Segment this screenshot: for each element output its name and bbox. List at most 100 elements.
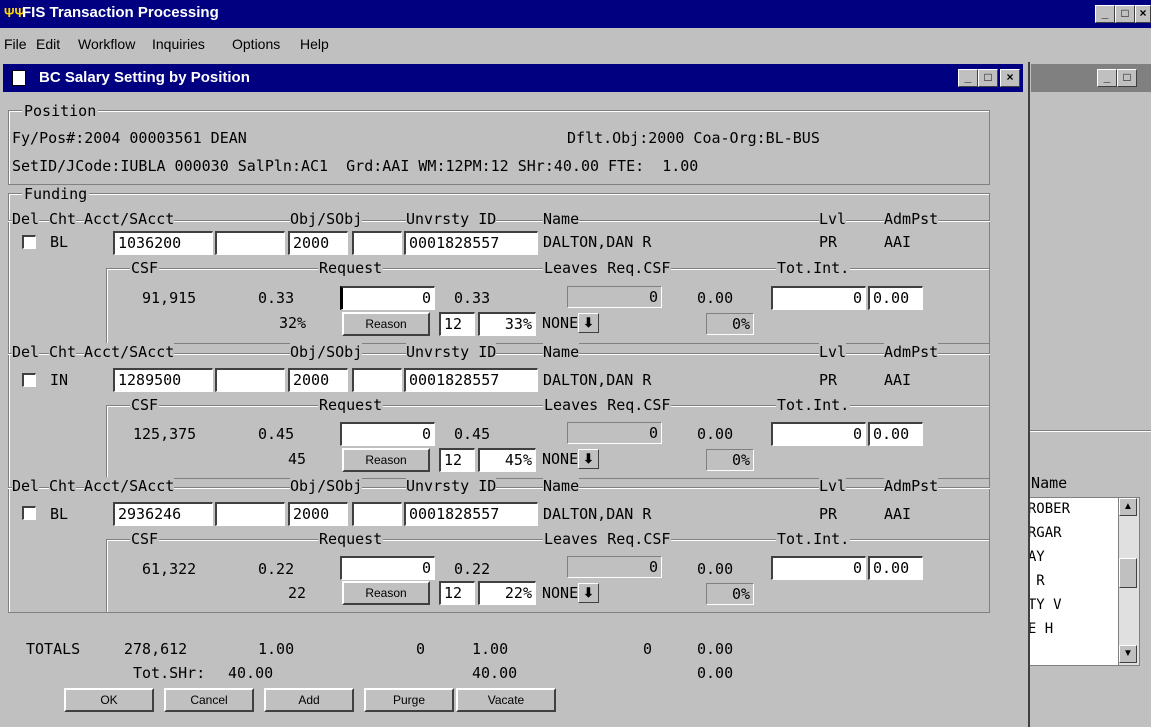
- sacct-input[interactable]: [215, 231, 285, 255]
- add-button[interactable]: Add: [264, 688, 354, 712]
- header-del: Del: [12, 477, 40, 495]
- header-leaves: Leaves Req.CSF: [543, 530, 672, 548]
- tot-int-fte-input[interactable]: 0.00: [868, 286, 923, 310]
- request-percent-input[interactable]: 33%: [478, 312, 536, 336]
- admpst-value: AAI: [884, 505, 912, 523]
- leave-percent: 0%: [706, 449, 754, 471]
- univ-id-input[interactable]: 0001828557: [404, 368, 538, 392]
- ok-button[interactable]: OK: [64, 688, 154, 712]
- app-logo-icon[interactable]: ΨΨ: [4, 5, 25, 21]
- months-input[interactable]: 12: [439, 448, 475, 472]
- menu-file[interactable]: File: [4, 36, 27, 52]
- cht-value: IN: [50, 371, 69, 389]
- bg-maximize-icon[interactable]: □: [1117, 69, 1137, 87]
- cht-value: BL: [50, 233, 69, 251]
- csf-fte: 0.45: [258, 425, 295, 443]
- univ-id-input[interactable]: 0001828557: [404, 502, 538, 526]
- dialog-close-icon[interactable]: ×: [1000, 69, 1020, 87]
- header-del: Del: [12, 210, 40, 228]
- header-obj: Obj/SObj: [290, 343, 363, 361]
- menu-help[interactable]: Help: [300, 36, 329, 52]
- header-name: Name: [543, 477, 580, 495]
- reason-button[interactable]: Reason: [342, 581, 430, 605]
- cancel-button[interactable]: Cancel: [164, 688, 254, 712]
- sobj-input[interactable]: [352, 231, 402, 255]
- csf-amount: 125,375: [133, 425, 197, 443]
- months-input[interactable]: 12: [439, 581, 475, 605]
- sacct-input[interactable]: [215, 368, 285, 392]
- request-amount-input[interactable]: 0: [340, 556, 435, 580]
- scroll-thumb[interactable]: [1119, 558, 1137, 588]
- request-percent-input[interactable]: 22%: [478, 581, 536, 605]
- obj-input[interactable]: 2000: [288, 368, 348, 392]
- leave-type-select[interactable]: NONE: [542, 314, 578, 332]
- univ-id-input[interactable]: 0001828557: [404, 231, 538, 255]
- obj-input[interactable]: 2000: [288, 502, 348, 526]
- app-title-bar: ΨΨ FIS Transaction Processing _ □ ×: [0, 0, 1151, 28]
- tot-int-input[interactable]: 0: [771, 422, 866, 446]
- bg-minimize-icon[interactable]: _: [1097, 69, 1117, 87]
- tot-int-fte-input[interactable]: 0.00: [868, 556, 923, 580]
- menu-inquiries[interactable]: Inquiries: [152, 36, 205, 52]
- lvl-value: PR: [819, 371, 838, 389]
- vacate-button[interactable]: Vacate: [456, 688, 556, 712]
- leave-amount: 0: [567, 286, 662, 308]
- sacct-input[interactable]: [215, 502, 285, 526]
- totals-leave-amount: 0: [643, 640, 653, 658]
- leave-percent: 0%: [706, 583, 754, 605]
- acct-input[interactable]: 2936246: [113, 502, 213, 526]
- scroll-down-icon[interactable]: ▼: [1119, 645, 1137, 663]
- tot-int-fte-input[interactable]: 0.00: [868, 422, 923, 446]
- tot-int-input[interactable]: 0: [771, 556, 866, 580]
- sobj-input[interactable]: [352, 368, 402, 392]
- purge-button[interactable]: Purge: [364, 688, 454, 712]
- dialog-maximize-icon[interactable]: □: [978, 69, 998, 87]
- dialog-minimize-icon[interactable]: _: [958, 69, 978, 87]
- dropdown-arrow-icon[interactable]: ⬇: [578, 313, 599, 333]
- leave-amount: 0: [567, 422, 662, 444]
- request-fte: 0.33: [454, 289, 491, 307]
- leave-fte: 0.00: [697, 425, 734, 443]
- cht-value: BL: [50, 505, 69, 523]
- sobj-input[interactable]: [352, 502, 402, 526]
- background-window-title-bar: _ □: [1031, 64, 1151, 92]
- header-admpst: AdmPst: [884, 210, 939, 228]
- request-percent-input[interactable]: 45%: [478, 448, 536, 472]
- reason-button[interactable]: Reason: [342, 448, 430, 472]
- scroll-up-icon[interactable]: ▲: [1119, 498, 1137, 516]
- obj-input[interactable]: 2000: [288, 231, 348, 255]
- request-fte: 0.45: [454, 425, 491, 443]
- delete-checkbox[interactable]: [22, 373, 36, 387]
- request-amount-input[interactable]: 0: [340, 286, 435, 310]
- header-cht: Cht: [49, 343, 77, 361]
- acct-input[interactable]: 1036200: [113, 231, 213, 255]
- delete-checkbox[interactable]: [22, 235, 36, 249]
- funding-group-label: Funding: [22, 185, 90, 203]
- menu-options[interactable]: Options: [232, 36, 280, 52]
- totals-label: TOTALS: [26, 640, 81, 658]
- leave-percent: 0%: [706, 313, 754, 335]
- acct-input[interactable]: 1289500: [113, 368, 213, 392]
- bg-list-scrollbar[interactable]: ▲ ▼: [1118, 497, 1140, 666]
- leave-type-select[interactable]: NONE: [542, 584, 578, 602]
- reason-button[interactable]: Reason: [342, 312, 430, 336]
- header-request: Request: [318, 259, 384, 277]
- dropdown-arrow-icon[interactable]: ⬇: [578, 583, 599, 603]
- minimize-icon[interactable]: _: [1095, 5, 1115, 23]
- menu-edit[interactable]: Edit: [36, 36, 60, 52]
- tot-shr-request: 40.00: [472, 664, 518, 682]
- tot-int-input[interactable]: 0: [771, 286, 866, 310]
- header-leaves: Leaves Req.CSF: [543, 396, 672, 414]
- close-icon[interactable]: ×: [1135, 5, 1151, 23]
- menu-workflow[interactable]: Workflow: [78, 36, 135, 52]
- months-input[interactable]: 12: [439, 312, 475, 336]
- delete-checkbox[interactable]: [22, 506, 36, 520]
- request-amount-input[interactable]: 0: [340, 422, 435, 446]
- leave-type-select[interactable]: NONE: [542, 450, 578, 468]
- header-csf: CSF: [130, 396, 160, 414]
- maximize-icon[interactable]: □: [1115, 5, 1135, 23]
- dropdown-arrow-icon[interactable]: ⬇: [578, 449, 599, 469]
- csf-percent: 22: [288, 584, 307, 602]
- header-lvl: Lvl: [819, 343, 847, 361]
- header-request: Request: [318, 530, 384, 548]
